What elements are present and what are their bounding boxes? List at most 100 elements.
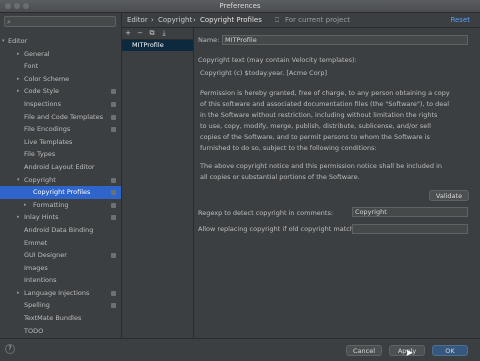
sidebar-item[interactable]: Inspections <box>0 98 121 111</box>
reset-link[interactable]: Reset <box>450 13 470 27</box>
replace-regexp-field[interactable] <box>352 224 468 234</box>
scope-note: For current project <box>285 16 350 24</box>
copy-profile-icon[interactable]: ⧉ <box>146 28 158 39</box>
sidebar-item[interactable]: ▸ Language Injections <box>0 287 121 300</box>
sidebar-item[interactable]: Spelling <box>0 299 121 312</box>
permission-text-line: in the Software without restriction, inc… <box>200 111 438 119</box>
chevron-down-icon[interactable]: ▾ <box>2 35 5 48</box>
project-scope-icon <box>111 177 116 183</box>
project-scope-icon <box>111 290 116 296</box>
project-scope-icon <box>111 215 116 221</box>
breadcrumb-separator: › <box>193 16 196 24</box>
chevron-right-icon[interactable]: ▸ <box>17 287 20 300</box>
window-title: Preferences <box>219 2 261 10</box>
project-scope-icon <box>111 202 116 208</box>
sidebar-item-label: Formatting <box>33 200 69 209</box>
sidebar-item[interactable]: Font <box>0 60 121 73</box>
sidebar-item-label: Copyright Profiles <box>33 188 91 197</box>
replace-regexp-label: Allow replacing copyright if old copyrig… <box>198 225 364 233</box>
breadcrumb-separator: › <box>151 16 154 24</box>
project-scope-icon <box>111 101 116 107</box>
project-scope-icon <box>111 89 116 95</box>
sidebar-item[interactable]: ▸ Formatting <box>0 199 121 212</box>
sidebar-item-label: Emmet <box>24 238 48 247</box>
breadcrumb-bar: Editor › Copyright › Copyright Profiles … <box>122 13 480 28</box>
settings-sidebar: ⌕ ▾ Editor ▸ General Font ▸ Color Scheme ▸ Code … <box>0 13 122 360</box>
sidebar-item-label: Live Templates <box>24 137 73 146</box>
ok-button[interactable]: OK <box>432 345 468 356</box>
name-field[interactable]: MITProfile <box>222 35 468 45</box>
sidebar-item-label: Android Layout Editor <box>24 162 95 171</box>
sidebar-item[interactable]: Android Data Binding <box>0 224 121 237</box>
sidebar-item[interactable]: TextMate Bundles <box>0 312 121 325</box>
regexp-label: Regexp to detect copyright in comments: <box>198 209 334 217</box>
sidebar-item-label: Color Scheme <box>24 74 70 83</box>
add-profile-icon[interactable]: + <box>122 28 134 39</box>
remove-profile-icon[interactable]: − <box>134 28 146 39</box>
project-scope-icon <box>111 253 116 259</box>
name-label: Name: <box>198 36 220 44</box>
chevron-right-icon[interactable]: ▸ <box>17 48 20 61</box>
chevron-down-icon[interactable]: ▾ <box>17 174 20 187</box>
sidebar-item-label: General <box>24 49 50 58</box>
sidebar-item[interactable]: Live Templates <box>0 136 121 149</box>
sidebar-item-label: Inlay Hints <box>24 213 59 222</box>
sidebar-item-label: Spelling <box>24 301 50 310</box>
sidebar-item[interactable]: File and Code Templates <box>0 111 121 124</box>
import-profile-icon[interactable]: ⤓ <box>158 28 170 39</box>
chevron-right-icon[interactable]: ▸ <box>17 211 20 224</box>
notice-text-line: The above copyright notice and this perm… <box>200 162 443 170</box>
chevron-right-icon[interactable]: ▸ <box>17 85 20 98</box>
sidebar-item[interactable]: Intentions <box>0 274 121 287</box>
minimize-window-icon[interactable] <box>14 3 20 9</box>
sidebar-item-label: GUI Designer <box>24 251 67 260</box>
breadcrumb-copyright[interactable]: Copyright <box>158 13 192 27</box>
sidebar-item[interactable]: ▸ Code Style <box>0 85 121 98</box>
sidebar-item[interactable]: File Encodings <box>0 123 121 136</box>
sidebar-item[interactable]: File Types <box>0 148 121 161</box>
cancel-button[interactable]: Cancel <box>346 345 382 356</box>
zoom-window-icon[interactable] <box>23 3 29 9</box>
permission-text-line: of this software and associated document… <box>200 100 450 108</box>
notice-text-line: all copies or substantial portions of th… <box>200 173 360 181</box>
permission-text-line: to use, copy, modify, merge, publish, di… <box>200 122 431 130</box>
sidebar-item[interactable]: TODO <box>0 325 121 338</box>
sidebar-item[interactable]: Android Layout Editor <box>0 161 121 174</box>
sidebar-item-label: TextMate Bundles <box>24 314 82 323</box>
validate-button[interactable]: Validate <box>429 190 469 201</box>
sidebar-item-label: Intentions <box>24 276 57 285</box>
chevron-right-icon[interactable]: ▸ <box>24 199 27 212</box>
settings-tree: ▾ Editor ▸ General Font ▸ Color Scheme ▸ Code St… <box>0 35 121 337</box>
sidebar-item[interactable]: ▸ Color Scheme <box>0 73 121 86</box>
breadcrumb-editor[interactable]: Editor <box>127 13 148 27</box>
permission-text-line: Permission is hereby granted, free of ch… <box>200 89 450 97</box>
sidebar-item[interactable]: Emmet <box>0 237 121 250</box>
profile-editor: Name: MITProfile Copyright text (may con… <box>194 28 480 344</box>
sidebar-item[interactable]: ▸ Inlay Hints <box>0 211 121 224</box>
sidebar-item-label: Editor <box>8 37 28 45</box>
sidebar-item-label: File and Code Templates <box>24 112 103 121</box>
profile-item[interactable]: MITProfile <box>122 40 193 51</box>
dialog-footer: ? Cancel Apply OK ➤ <box>0 338 480 361</box>
sidebar-item-label: Android Data Binding <box>24 225 94 234</box>
breadcrumb-current: Copyright Profiles <box>200 16 262 24</box>
sidebar-item-label: Code Style <box>24 87 60 96</box>
sidebar-item[interactable]: GUI Designer <box>0 249 121 262</box>
project-scope-icon <box>111 303 116 309</box>
sidebar-item[interactable]: ▾ Copyright <box>0 174 121 187</box>
regexp-field[interactable]: Copyright <box>352 207 468 217</box>
sidebar-item[interactable]: ▾ Editor <box>0 35 121 48</box>
help-button[interactable]: ? <box>5 344 15 354</box>
sidebar-item-label: Language Injections <box>24 288 90 297</box>
sidebar-item[interactable]: ▸ General <box>0 48 121 61</box>
permission-text-line: copies of the Software, and to permit pe… <box>200 133 430 141</box>
copyright-text-label: Copyright text (may contain Velocity tem… <box>198 56 357 64</box>
sidebar-item[interactable]: Copyright Profiles <box>0 186 121 199</box>
settings-search-input[interactable]: ⌕ <box>4 16 116 27</box>
chevron-right-icon[interactable]: ▸ <box>17 73 20 86</box>
project-scope-icon <box>111 127 116 133</box>
close-window-icon[interactable] <box>5 3 11 9</box>
sidebar-item-label: Copyright <box>24 175 56 184</box>
sidebar-item[interactable]: Images <box>0 262 121 275</box>
sidebar-item-label: File Encodings <box>24 125 71 134</box>
